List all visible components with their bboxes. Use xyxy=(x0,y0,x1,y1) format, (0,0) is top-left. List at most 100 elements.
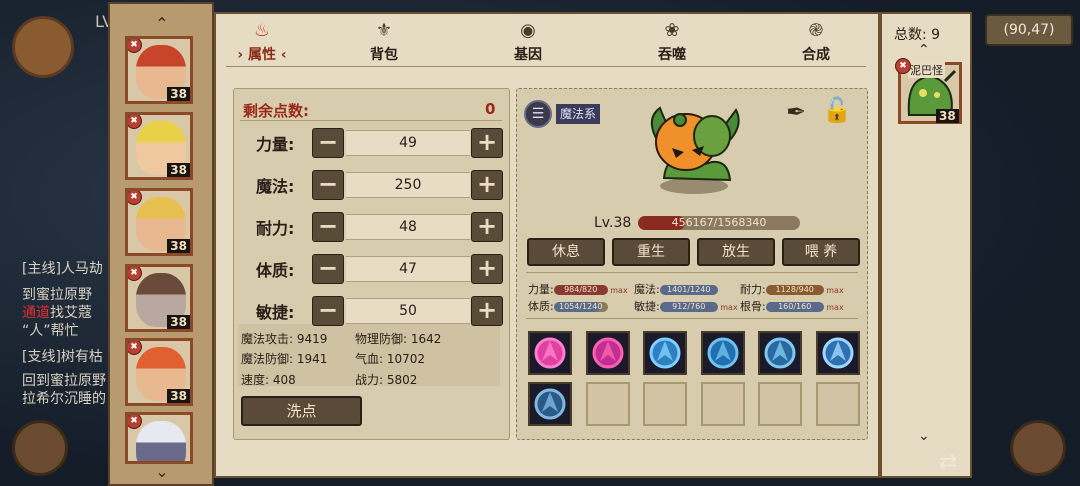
hero-card[interactable]: ✖ 38 xyxy=(125,188,193,256)
divider xyxy=(240,120,502,121)
bottom-left-menu-button[interactable] xyxy=(12,420,68,476)
quest-line[interactable]: [主线]人马劫 xyxy=(22,258,103,278)
release-button[interactable]: 放生 xyxy=(697,238,775,266)
skill-icon xyxy=(592,337,623,369)
ice-shield-skill[interactable] xyxy=(643,331,687,375)
increase-button[interactable]: + xyxy=(471,296,503,326)
empty-skill-slot[interactable] xyxy=(758,382,802,426)
hero-card[interactable]: ✖ 38 xyxy=(125,338,193,406)
lock-icon[interactable]: 🔓 xyxy=(822,96,852,124)
tab-label: 基因 xyxy=(514,47,542,63)
aptitude-row: 魔法: 1401/1240 xyxy=(634,281,718,297)
hero-card[interactable]: ✖ 38 xyxy=(125,36,193,104)
frost-rune-skill[interactable] xyxy=(758,331,802,375)
aptitude-bar: 1401/1240 xyxy=(659,285,718,295)
chevron-down-icon[interactable]: ⌄ xyxy=(150,462,174,481)
decrease-button[interactable]: − xyxy=(312,296,344,326)
aptitude-bar: 984/820 xyxy=(553,285,608,295)
chevron-up-icon[interactable]: ⌃ xyxy=(150,14,174,33)
aptitude-max: max xyxy=(607,286,628,295)
tab-3[interactable]: ❀ 吞噬 xyxy=(632,22,712,68)
stat-label: 体质: xyxy=(256,261,295,280)
aptitude-value: 984/820 xyxy=(564,285,598,294)
feed-button[interactable]: 喂 养 xyxy=(782,238,860,266)
creature-portrait xyxy=(650,106,740,194)
empty-skill-slot[interactable] xyxy=(643,382,687,426)
tab-2[interactable]: ◉ 基因 xyxy=(488,22,568,68)
chevron-up-icon[interactable]: ⌃ xyxy=(918,42,930,58)
aptitude-label: 体质: xyxy=(528,300,554,313)
stat-value: 48 xyxy=(346,214,470,240)
frost-slash-skill[interactable] xyxy=(700,331,745,375)
hero-card[interactable]: ✖ 38 xyxy=(125,112,193,180)
bottom-right-menu-button[interactable] xyxy=(1010,420,1066,476)
hero-badge-icon: ✖ xyxy=(128,191,142,205)
hero-level: 38 xyxy=(167,87,190,101)
rebirth-button[interactable]: 重生 xyxy=(612,238,690,266)
tab-divider xyxy=(226,66,866,67)
hero-card[interactable]: ✖ 38 xyxy=(125,264,193,332)
derived-stat: 气血: 10702 xyxy=(355,352,426,366)
increase-button[interactable]: + xyxy=(471,212,503,242)
map-coordinates: (90,47) xyxy=(985,14,1073,46)
decrease-button[interactable]: − xyxy=(312,128,344,158)
list-icon[interactable]: ☰ xyxy=(524,100,552,128)
pink-orb-skill[interactable] xyxy=(585,331,630,375)
decrease-button[interactable]: − xyxy=(312,212,344,242)
hero-level: 38 xyxy=(167,239,190,253)
quest-line[interactable]: 到蜜拉原野 xyxy=(22,284,92,304)
chevron-down-icon[interactable]: ⌄ xyxy=(918,428,930,444)
ice-shatter-skill[interactable] xyxy=(815,331,860,375)
pet-name: 泥巴怪 xyxy=(908,62,945,78)
bubble-net-skill[interactable] xyxy=(528,382,572,426)
hero-portrait xyxy=(136,421,186,461)
skill-icon xyxy=(822,337,853,369)
quest-line[interactable]: “人”帮忙 xyxy=(22,320,79,340)
quest-text: 拉希尔沉睡的 xyxy=(22,391,106,407)
tab-bar: ♨ › 属性 ‹ ⚜ 背包 ◉ 基因 ❀ 吞噬 ֎ 合成 xyxy=(222,22,862,68)
increase-button[interactable]: + xyxy=(471,170,503,200)
aptitude-value: 912/760 xyxy=(672,302,706,311)
aptitude-row: 耐力: 1128/940 max xyxy=(740,281,844,297)
increase-button[interactable]: + xyxy=(471,128,503,158)
decrease-button[interactable]: − xyxy=(312,254,344,284)
reset-points-button[interactable]: 洗点 xyxy=(241,396,362,426)
quest-line[interactable]: 拉希尔沉睡的 xyxy=(22,388,106,408)
aptitude-bar: 160/160 xyxy=(765,302,824,312)
empty-skill-slot[interactable] xyxy=(815,382,860,426)
empty-skill-slot[interactable] xyxy=(585,382,630,426)
stat-value: 50 xyxy=(346,298,470,324)
increase-button[interactable]: + xyxy=(471,254,503,284)
rename-feather-icon[interactable]: ✒ xyxy=(786,98,806,126)
aptitude-value: 160/160 xyxy=(778,302,812,311)
stat-label: 耐力: xyxy=(256,219,295,238)
aptitude-max: max xyxy=(717,303,738,312)
tab-label: 背包 xyxy=(370,47,398,63)
thorn-burst-skill[interactable] xyxy=(528,331,572,375)
divider xyxy=(526,318,858,319)
quest-line[interactable]: 回到蜜拉原野 xyxy=(22,370,106,390)
hero-card[interactable]: ✖ xyxy=(125,412,193,464)
aptitude-bar: 1128/940 xyxy=(765,285,824,295)
quest-line[interactable]: 通道找艾蔻 xyxy=(22,302,92,322)
derived-stat: 魔法攻击: 9419 xyxy=(241,332,328,346)
tab-0[interactable]: ♨ › 属性 ‹ xyxy=(222,22,302,68)
tab-4[interactable]: ֎ 合成 xyxy=(776,22,856,68)
hero-level: 38 xyxy=(167,315,190,329)
rest-button[interactable]: 休息 xyxy=(527,238,605,266)
remaining-points-label: 剩余点数: xyxy=(243,102,309,120)
tab-1[interactable]: ⚜ 背包 xyxy=(344,22,424,68)
empty-skill-slot[interactable] xyxy=(700,382,745,426)
derived-stat: 物理防御: 1642 xyxy=(355,332,442,346)
aptitude-value: 1401/1240 xyxy=(667,285,711,294)
decrease-button[interactable]: − xyxy=(312,170,344,200)
aptitude-max: max xyxy=(823,286,844,295)
hero-level: 38 xyxy=(167,389,190,403)
swap-icon[interactable]: ⇄ xyxy=(928,446,968,480)
player-avatar[interactable] xyxy=(12,16,74,78)
quest-text: “人”帮忙 xyxy=(22,323,79,339)
aptitude-bar: 1054/1240 xyxy=(553,302,608,312)
quest-line[interactable]: [支线]树有枯 xyxy=(22,346,103,366)
flame-icon: ♨ xyxy=(253,20,271,41)
divider xyxy=(526,272,858,273)
